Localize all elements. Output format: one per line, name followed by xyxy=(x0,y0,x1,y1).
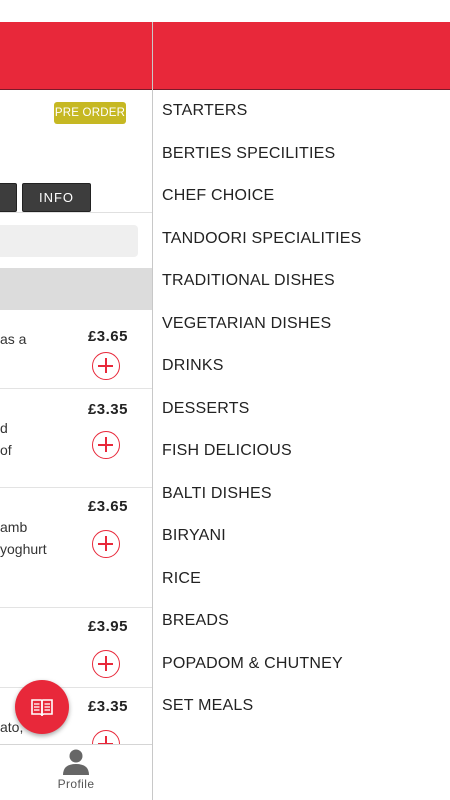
search-input[interactable] xyxy=(0,225,138,257)
category-item-drinks[interactable]: DRINKS xyxy=(153,345,450,388)
tab-info[interactable]: INFO xyxy=(22,183,91,212)
profile-label: Profile xyxy=(57,777,95,791)
divider xyxy=(0,212,152,213)
category-item-breads[interactable]: BREADS xyxy=(153,600,450,643)
category-item-rice[interactable]: RICE xyxy=(153,558,450,601)
status-bar xyxy=(0,0,450,22)
item-price: £3.65 xyxy=(87,328,128,345)
category-header xyxy=(0,268,152,310)
menu-item-row[interactable]: £3.35 d of xyxy=(0,389,152,488)
add-icon[interactable] xyxy=(92,530,120,558)
tab-menu[interactable] xyxy=(0,183,17,212)
category-item-traditional-dishes[interactable]: TRADITIONAL DISHES xyxy=(153,260,450,303)
item-price: £3.65 xyxy=(87,498,128,515)
add-icon[interactable] xyxy=(92,352,120,380)
category-item-desserts[interactable]: DESSERTS xyxy=(153,388,450,431)
menu-book-icon[interactable] xyxy=(15,680,69,734)
category-item-set-meals[interactable]: SET MEALS xyxy=(153,685,450,728)
category-item-popadom-chutney[interactable]: POPADOM & CHUTNEY xyxy=(153,643,450,686)
add-icon[interactable] xyxy=(92,650,120,678)
drawer-header xyxy=(153,22,450,90)
category-item-vegetarian-dishes[interactable]: VEGETARIAN DISHES xyxy=(153,303,450,346)
item-description: of xyxy=(0,442,12,458)
item-price: £3.35 xyxy=(87,698,128,715)
category-drawer: STARTERS BERTIES SPECILITIES CHEF CHOICE… xyxy=(152,22,450,800)
category-item-starters[interactable]: STARTERS xyxy=(153,90,450,133)
item-price: £3.35 xyxy=(87,401,128,418)
menu-book-glyph xyxy=(31,699,53,716)
restaurant-screen: PRE ORDER INFO £3.65 as a £3.35 d of £3.… xyxy=(0,22,152,800)
add-icon[interactable] xyxy=(92,431,120,459)
category-item-chef-choice[interactable]: CHEF CHOICE xyxy=(153,175,450,218)
person-icon xyxy=(63,749,89,775)
category-item-tandoori-specialities[interactable]: TANDOORI SPECIALITIES xyxy=(153,218,450,261)
bottom-nav: Profile xyxy=(0,744,152,800)
app-header xyxy=(0,22,152,90)
item-description: d xyxy=(0,420,8,436)
category-item-balti-dishes[interactable]: BALTI DISHES xyxy=(153,473,450,516)
category-item-biryani[interactable]: BIRYANI xyxy=(153,515,450,558)
pre-order-badge[interactable]: PRE ORDER xyxy=(54,102,126,124)
item-description: amb xyxy=(0,519,28,535)
menu-item-row[interactable]: £3.65 amb yoghurt xyxy=(0,488,152,608)
menu-item-row[interactable]: £3.95 xyxy=(0,608,152,688)
menu-item-row[interactable]: £3.65 as a xyxy=(0,310,152,389)
item-description: as a xyxy=(0,331,27,347)
category-list: STARTERS BERTIES SPECILITIES CHEF CHOICE… xyxy=(153,90,450,728)
item-description: yoghurt xyxy=(0,541,47,557)
category-item-berties-specilities[interactable]: BERTIES SPECILITIES xyxy=(153,133,450,176)
item-price: £3.95 xyxy=(87,618,128,635)
category-item-fish-delicious[interactable]: FISH DELICIOUS xyxy=(153,430,450,473)
